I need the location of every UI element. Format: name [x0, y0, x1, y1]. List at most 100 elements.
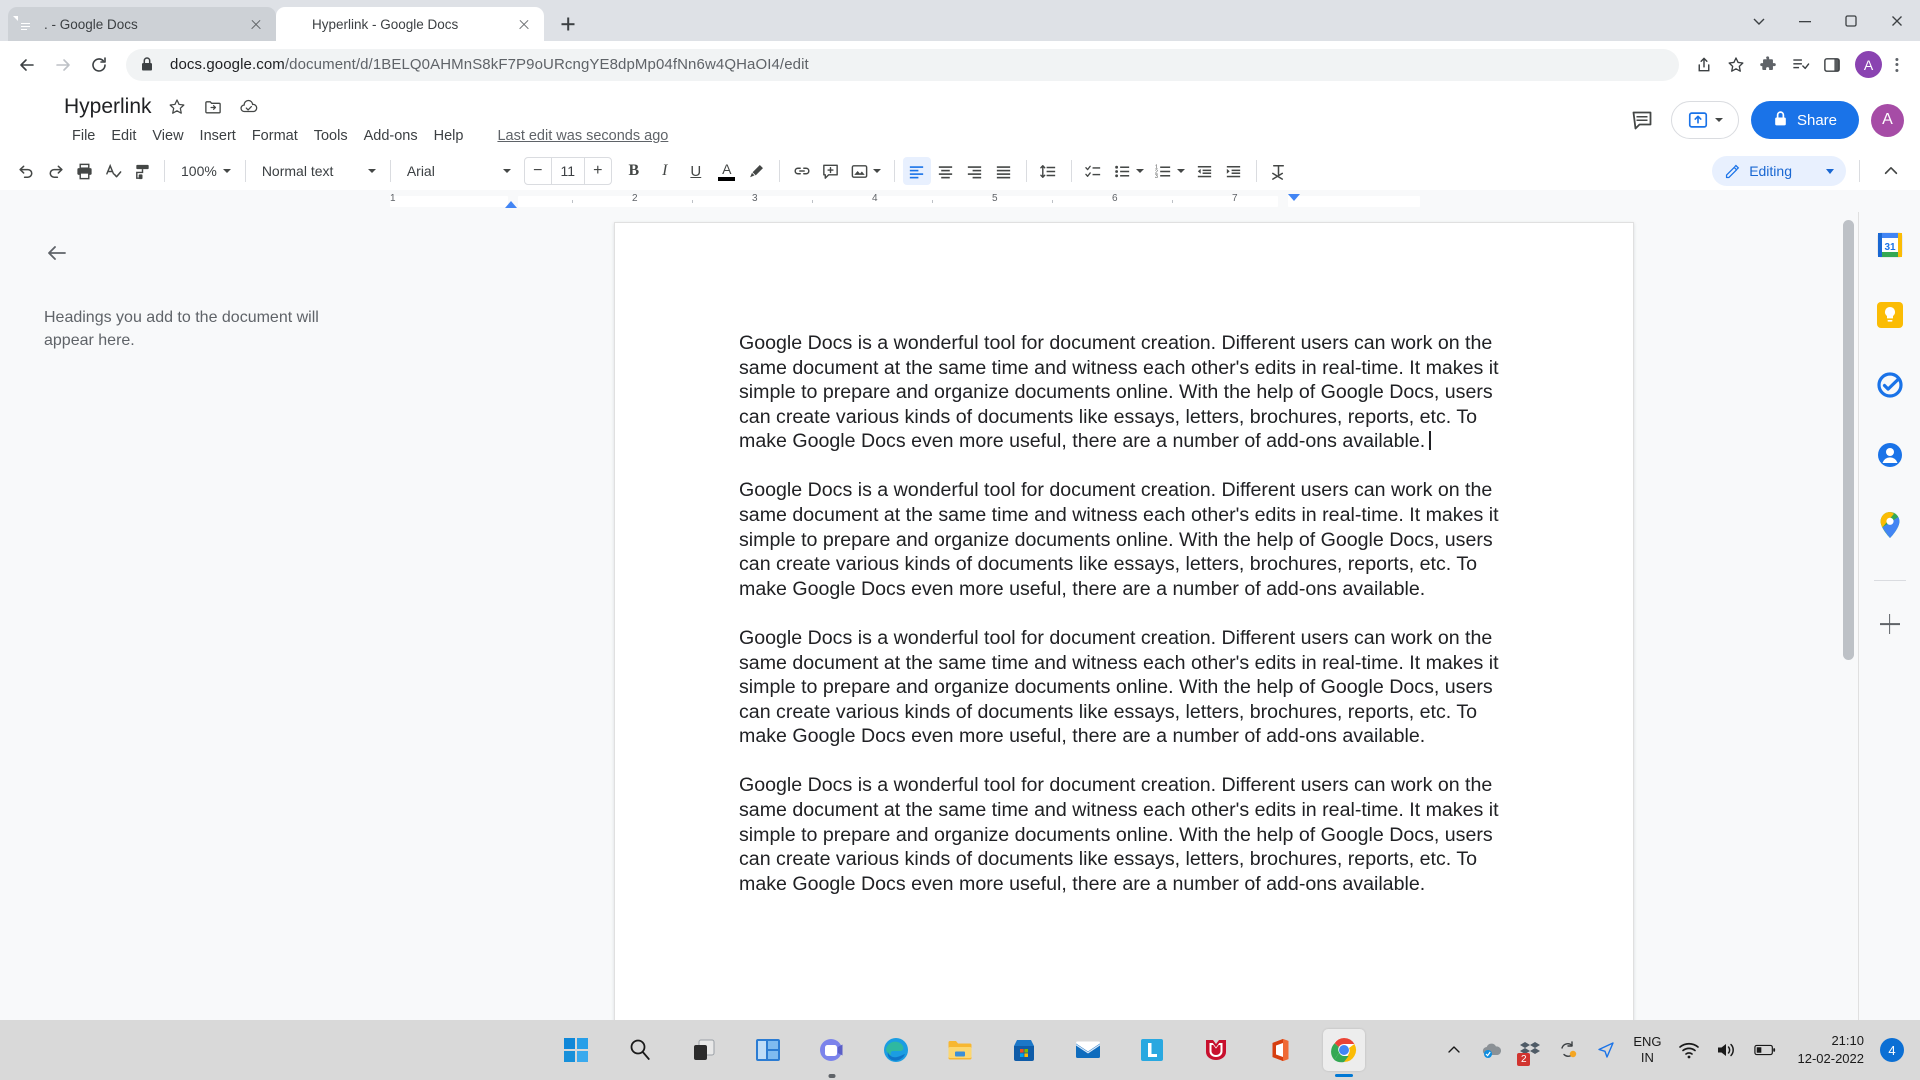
- location-arrow-icon[interactable]: [1595, 1039, 1617, 1061]
- minimize-button[interactable]: [1782, 0, 1828, 41]
- share-link-icon[interactable]: [1689, 50, 1719, 80]
- clock[interactable]: 21:10 12-02-2022: [1798, 1032, 1865, 1067]
- address-bar[interactable]: docs.google.com/document/d/1BELQ0AHMnS8k…: [126, 48, 1679, 81]
- google-contacts-icon[interactable]: [1873, 438, 1907, 472]
- text-color-icon[interactable]: A: [712, 157, 742, 185]
- back-button[interactable]: [10, 48, 44, 82]
- menu-file[interactable]: File: [64, 125, 103, 147]
- highlight-color-icon[interactable]: [743, 157, 771, 185]
- google-maps-icon[interactable]: [1873, 508, 1907, 542]
- google-tasks-icon[interactable]: [1873, 368, 1907, 402]
- document-title[interactable]: Hyperlink: [64, 95, 152, 119]
- user-avatar[interactable]: A: [1871, 103, 1904, 137]
- move-to-folder-icon[interactable]: [202, 96, 224, 118]
- comment-history-icon[interactable]: [1625, 103, 1659, 137]
- document-page[interactable]: Google Docs is a wonderful tool for docu…: [614, 222, 1634, 1080]
- editing-mode-button[interactable]: Editing: [1712, 156, 1846, 186]
- battery-icon[interactable]: [1753, 1039, 1776, 1061]
- document-paragraph[interactable]: Google Docs is a wonderful tool for docu…: [739, 478, 1509, 601]
- task-view-icon[interactable]: [683, 1029, 725, 1071]
- spelling-check-icon[interactable]: [99, 157, 127, 185]
- office-icon[interactable]: [1259, 1029, 1301, 1071]
- google-calendar-icon[interactable]: 31: [1873, 228, 1907, 262]
- forward-button[interactable]: [46, 48, 80, 82]
- document-paragraph[interactable]: Google Docs is a wonderful tool for docu…: [739, 331, 1509, 454]
- clear-formatting-icon[interactable]: [1265, 157, 1293, 185]
- extensions-puzzle-icon[interactable]: [1753, 50, 1783, 80]
- horizontal-ruler[interactable]: 1 2 3 4 5 6 7: [390, 190, 1420, 212]
- star-icon[interactable]: [166, 96, 188, 118]
- tab-close-icon[interactable]: [246, 14, 266, 34]
- file-explorer-icon[interactable]: [939, 1029, 981, 1071]
- bulleted-list-icon[interactable]: [1109, 157, 1149, 185]
- menu-tools[interactable]: Tools: [306, 125, 356, 147]
- back-arrow-icon[interactable]: [44, 240, 74, 270]
- share-button[interactable]: Share: [1750, 101, 1859, 139]
- line-spacing-icon[interactable]: [1035, 157, 1063, 185]
- browser-tab-2[interactable]: Hyperlink - Google Docs: [276, 7, 544, 41]
- print-icon[interactable]: [70, 157, 98, 185]
- present-caret-icon[interactable]: [1714, 118, 1723, 122]
- document-paragraph[interactable]: Google Docs is a wonderful tool for docu…: [739, 626, 1509, 749]
- insert-image-icon[interactable]: [846, 157, 886, 185]
- chrome-icon[interactable]: [1323, 1029, 1365, 1071]
- tab-close-icon[interactable]: [514, 14, 534, 34]
- chevron-up-icon[interactable]: [1443, 1039, 1465, 1061]
- search-icon[interactable]: [619, 1029, 661, 1071]
- sync-icon[interactable]: [1557, 1039, 1579, 1061]
- language-indicator[interactable]: ENG IN: [1633, 1034, 1661, 1067]
- redo-icon[interactable]: [41, 157, 69, 185]
- decrease-indent-icon[interactable]: [1191, 157, 1219, 185]
- align-right-icon[interactable]: [961, 157, 989, 185]
- mail-icon[interactable]: [1067, 1029, 1109, 1071]
- cloud-saved-icon[interactable]: [238, 96, 260, 118]
- right-indent-marker[interactable]: [1288, 194, 1300, 201]
- volume-icon[interactable]: [1716, 1039, 1738, 1061]
- zoom-selector[interactable]: 100%: [173, 157, 237, 185]
- teams-icon[interactable]: [811, 1029, 853, 1071]
- last-edit-status[interactable]: Last edit was seconds ago: [497, 128, 668, 144]
- menu-edit[interactable]: Edit: [103, 125, 144, 147]
- windows-start-icon[interactable]: [555, 1029, 597, 1071]
- reading-list-icon[interactable]: [1785, 50, 1815, 80]
- menu-addons[interactable]: Add-ons: [356, 125, 426, 147]
- chrome-menu-icon[interactable]: [1884, 50, 1910, 80]
- linkedin-learning-icon[interactable]: [1131, 1029, 1173, 1071]
- font-size-stepper[interactable]: − 11 +: [523, 157, 612, 185]
- bold-icon[interactable]: B: [619, 157, 649, 185]
- menu-help[interactable]: Help: [426, 125, 472, 147]
- google-docs-logo[interactable]: [14, 94, 54, 146]
- increase-indent-icon[interactable]: [1220, 157, 1248, 185]
- align-center-icon[interactable]: [932, 157, 960, 185]
- hide-menus-button[interactable]: [1874, 156, 1908, 186]
- numbered-list-icon[interactable]: 123: [1150, 157, 1190, 185]
- insert-link-icon[interactable]: [788, 157, 816, 185]
- wifi-icon[interactable]: [1678, 1039, 1700, 1061]
- font-selector[interactable]: Arial: [399, 157, 517, 185]
- left-indent-marker[interactable]: [505, 201, 517, 208]
- align-left-icon[interactable]: [902, 157, 931, 185]
- paint-format-icon[interactable]: [128, 157, 156, 185]
- menu-insert[interactable]: Insert: [192, 125, 244, 147]
- maximize-button[interactable]: [1828, 0, 1874, 41]
- widgets-icon[interactable]: [747, 1029, 789, 1071]
- new-tab-button[interactable]: [554, 10, 582, 38]
- onedrive-icon[interactable]: [1481, 1039, 1503, 1061]
- mcafee-icon[interactable]: [1195, 1029, 1237, 1071]
- paragraph-style-selector[interactable]: Normal text: [254, 157, 382, 185]
- add-comment-icon[interactable]: [817, 157, 845, 185]
- google-keep-icon[interactable]: [1873, 298, 1907, 332]
- dropbox-icon[interactable]: 2: [1517, 1039, 1541, 1066]
- justify-icon[interactable]: [990, 157, 1018, 185]
- decrease-font-size-button[interactable]: −: [525, 158, 551, 184]
- microsoft-store-icon[interactable]: [1003, 1029, 1045, 1071]
- menu-format[interactable]: Format: [244, 125, 306, 147]
- close-button[interactable]: [1874, 0, 1920, 41]
- edge-icon[interactable]: [875, 1029, 917, 1071]
- font-size-input[interactable]: 11: [550, 158, 585, 184]
- checklist-icon[interactable]: [1080, 157, 1108, 185]
- document-paragraph[interactable]: Google Docs is a wonderful tool for docu…: [739, 773, 1509, 896]
- document-canvas[interactable]: Google Docs is a wonderful tool for docu…: [390, 212, 1858, 1080]
- reload-button[interactable]: [82, 48, 116, 82]
- bookmark-star-icon[interactable]: [1721, 50, 1751, 80]
